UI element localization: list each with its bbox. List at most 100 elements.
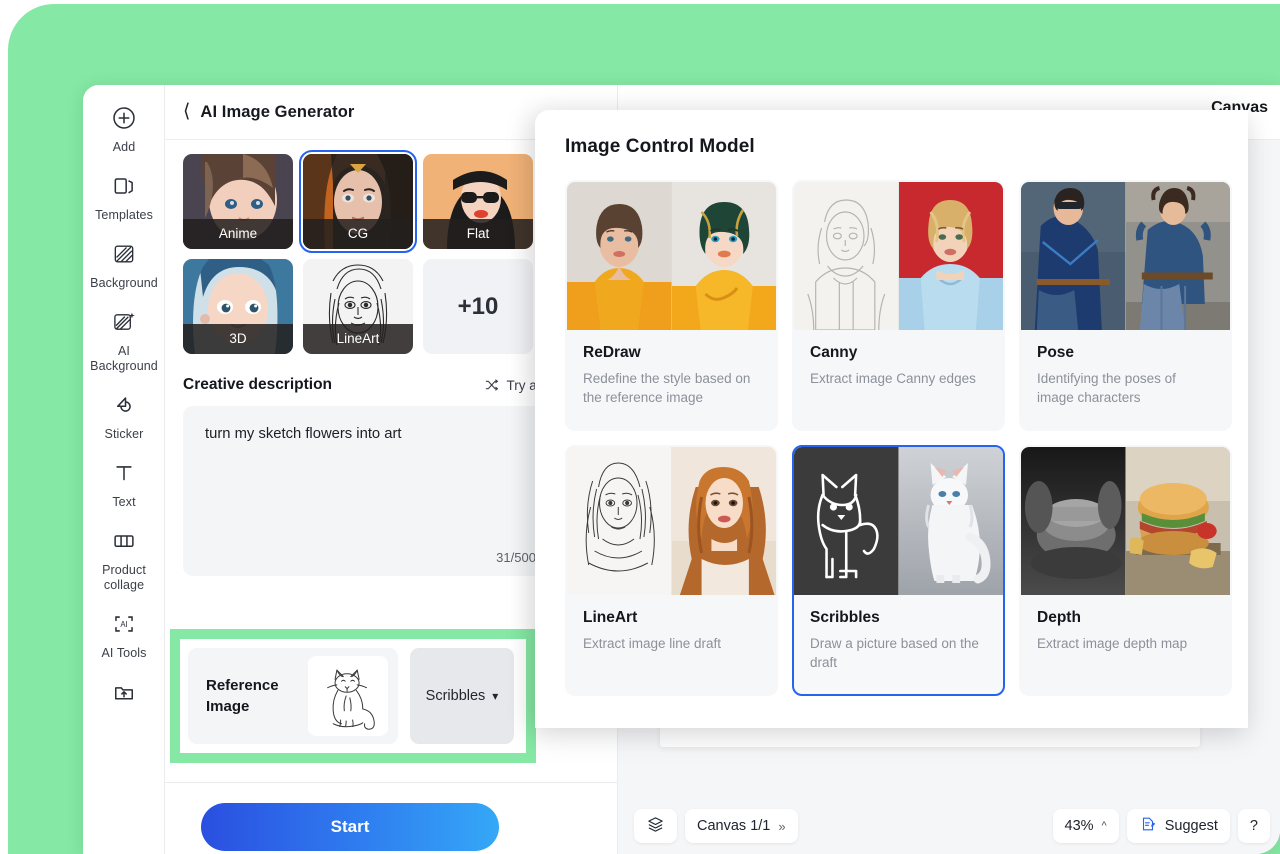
model-desc: Redefine the style based on the referenc…	[583, 371, 751, 405]
model-name: ReDraw	[583, 344, 641, 361]
layers-button[interactable]	[634, 809, 677, 843]
text-icon	[109, 458, 139, 488]
scribbles-thumbnail	[794, 447, 1003, 595]
collage-icon	[109, 526, 139, 556]
style-card-anime[interactable]: Anime	[183, 154, 293, 249]
redraw-info: ReDraw Redefine the style based on the r…	[567, 330, 776, 407]
model-desc: Extract image depth map	[1037, 636, 1188, 651]
canvas-page-button[interactable]: Canvas 1/1 »	[685, 809, 798, 843]
sidebar-item-label: AI Tools	[101, 646, 147, 660]
style-card-label: CG	[303, 219, 413, 249]
style-card-flat[interactable]: Flat	[423, 154, 533, 249]
back-chevron-icon[interactable]: ⟨	[183, 102, 190, 121]
modal-title: Image Control Model	[565, 136, 755, 157]
chevron-up-icon: ^	[1101, 820, 1107, 832]
model-card-depth[interactable]: Depth Extract image depth map	[1019, 445, 1232, 696]
model-name: Pose	[1037, 344, 1075, 361]
zoom-level-button[interactable]: 43% ^	[1052, 809, 1119, 843]
model-card-lineart[interactable]: LineArt Extract image line draft	[565, 445, 778, 696]
sticker-icon	[109, 390, 139, 420]
sidebar-item-text[interactable]: Text	[83, 449, 165, 517]
model-name: Depth	[1037, 609, 1081, 626]
style-card-label: 3D	[183, 324, 293, 354]
screenshot-root: Add Templates Background AI Background S…	[0, 0, 1280, 854]
ai-background-icon	[109, 307, 139, 337]
sidebar-item-label: Product collage	[102, 563, 146, 592]
sidebar-item-label: Sticker	[104, 427, 144, 441]
plus-circle-icon	[109, 103, 139, 133]
sidebar-item-sticker[interactable]: Sticker	[83, 381, 165, 449]
control-model-select[interactable]: Scribbles ▾	[410, 648, 514, 744]
sidebar-item-label: Background	[90, 276, 158, 290]
sidebar-item-add[interactable]: Add	[83, 94, 165, 162]
model-name: LineArt	[583, 609, 638, 626]
depth-info: Depth Extract image depth map	[1021, 595, 1230, 653]
ai-tools-icon: AI	[109, 609, 139, 639]
canvas-page-label: Canvas 1/1	[697, 818, 771, 834]
double-chevron-right-icon: »	[778, 818, 786, 834]
pose-thumbnail	[1021, 182, 1230, 330]
model-card-canny[interactable]: Canny Extract image Canny edges	[792, 180, 1005, 431]
canny-thumbnail	[794, 182, 1003, 330]
upload-folder-icon	[109, 677, 139, 707]
style-card-more-label: +10	[457, 292, 499, 320]
model-desc: Identifying the poses of image character…	[1037, 371, 1176, 405]
style-card-lineart[interactable]: LineArt	[303, 259, 413, 354]
reference-image-row: Reference Image Scribbles ▾	[180, 639, 526, 753]
left-rail: Add Templates Background AI Background S…	[83, 85, 165, 854]
model-name: Scribbles	[810, 609, 880, 626]
style-card-3d[interactable]: 3D	[183, 259, 293, 354]
suggest-label: Suggest	[1164, 818, 1218, 834]
creative-description-title: Creative description	[183, 376, 333, 393]
model-card-pose[interactable]: Pose Identifying the poses of image char…	[1019, 180, 1232, 431]
style-card-label: LineArt	[303, 324, 413, 354]
scribbles-info: Scribbles Draw a picture based on the dr…	[794, 595, 1003, 672]
templates-icon	[109, 171, 139, 201]
sidebar-item-background[interactable]: Background	[83, 230, 165, 298]
model-name: Canny	[810, 344, 858, 361]
sidebar-item-label: Templates	[95, 208, 153, 222]
model-desc: Draw a picture based on the draft	[810, 636, 979, 670]
style-card-label: Anime	[183, 219, 293, 249]
sidebar-item-product-collage[interactable]: Product collage	[83, 517, 165, 600]
sidebar-item-label: AI Background	[90, 344, 158, 373]
creative-description-value: turn my sketch flowers into art	[205, 426, 402, 442]
sidebar-item-label: Text	[112, 495, 136, 509]
start-button[interactable]: Start	[201, 803, 499, 851]
canvas-bottom-bar: Canvas 1/1 » 43% ^ Suggest ?	[618, 798, 1280, 854]
cat-sketch-icon[interactable]	[308, 656, 388, 736]
control-model-value: Scribbles	[425, 688, 486, 704]
model-desc: Extract image line draft	[583, 636, 722, 651]
background-icon	[109, 239, 139, 269]
sidebar-item-label: Add	[112, 140, 136, 154]
style-card-cg[interactable]: CG	[299, 150, 417, 253]
suggest-note-icon	[1139, 815, 1157, 837]
zoom-level-label: 43%	[1064, 818, 1094, 834]
shuffle-icon	[484, 377, 500, 393]
suggest-button[interactable]: Suggest	[1126, 809, 1230, 843]
reference-image-card[interactable]: Reference Image	[188, 648, 398, 744]
sidebar-item-ai-tools[interactable]: AI AI Tools	[83, 600, 165, 668]
style-card-label: Flat	[423, 219, 533, 249]
sidebar-item-upload[interactable]	[83, 668, 165, 721]
depth-thumbnail	[1021, 447, 1230, 595]
help-button[interactable]: ?	[1237, 809, 1270, 843]
image-control-model-modal: Image Control Model ReDraw Redefine the …	[535, 110, 1248, 728]
lineart-thumbnail	[567, 447, 776, 595]
model-grid: ReDraw Redefine the style based on the r…	[565, 180, 1232, 696]
model-card-scribbles[interactable]: Scribbles Draw a picture based on the dr…	[792, 445, 1005, 696]
character-counter: 31/500	[496, 550, 536, 565]
page-title: AI Image Generator	[200, 102, 355, 121]
pose-info: Pose Identifying the poses of image char…	[1021, 330, 1230, 407]
reference-image-label: Reference Image	[206, 677, 279, 715]
chevron-down-icon: ▾	[492, 689, 499, 703]
svg-text:AI: AI	[120, 620, 127, 629]
sidebar-item-templates[interactable]: Templates	[83, 162, 165, 230]
lineart-info: LineArt Extract image line draft	[567, 595, 776, 653]
sidebar-item-ai-background[interactable]: AI Background	[83, 298, 165, 381]
style-card-more[interactable]: +10	[423, 259, 533, 354]
help-label: ?	[1249, 818, 1258, 834]
redraw-thumbnail	[567, 182, 776, 330]
model-card-redraw[interactable]: ReDraw Redefine the style based on the r…	[565, 180, 778, 431]
start-section-divider	[165, 782, 618, 783]
